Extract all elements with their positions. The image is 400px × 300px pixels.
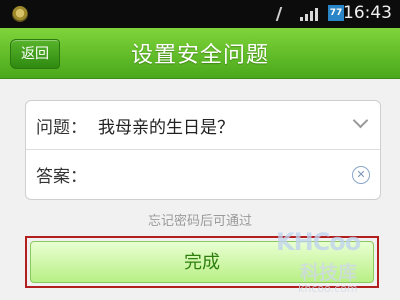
clear-icon[interactable]: ✕ — [352, 166, 370, 184]
page-title: 设置安全问题 — [130, 43, 269, 68]
title-bar: 返回 设置安全问题 — [0, 28, 400, 79]
question-value: 我母亲的生日是？ — [98, 118, 234, 138]
signal-icon — [300, 7, 320, 21]
status-time: 16:43 — [343, 3, 392, 23]
status-bar: 77 16:43 — [0, 0, 400, 28]
app-icon — [12, 6, 28, 22]
done-button[interactable]: 完成 — [30, 241, 374, 283]
answer-field[interactable]: 答案： ✕ — [26, 150, 380, 198]
answer-label: 答案： — [36, 167, 87, 187]
battery-icon: 77 — [328, 5, 344, 21]
question-label: 问题： — [36, 118, 87, 138]
highlight-frame: 完成 — [25, 236, 379, 288]
security-question-form: 问题： 我母亲的生日是？ 答案： ✕ — [25, 100, 381, 200]
bluetooth-icon — [275, 7, 293, 21]
chevron-down-icon — [352, 112, 369, 129]
question-select[interactable]: 问题： 我母亲的生日是？ — [26, 101, 380, 150]
hint-text: 忘记密码后可通过 — [147, 214, 252, 229]
